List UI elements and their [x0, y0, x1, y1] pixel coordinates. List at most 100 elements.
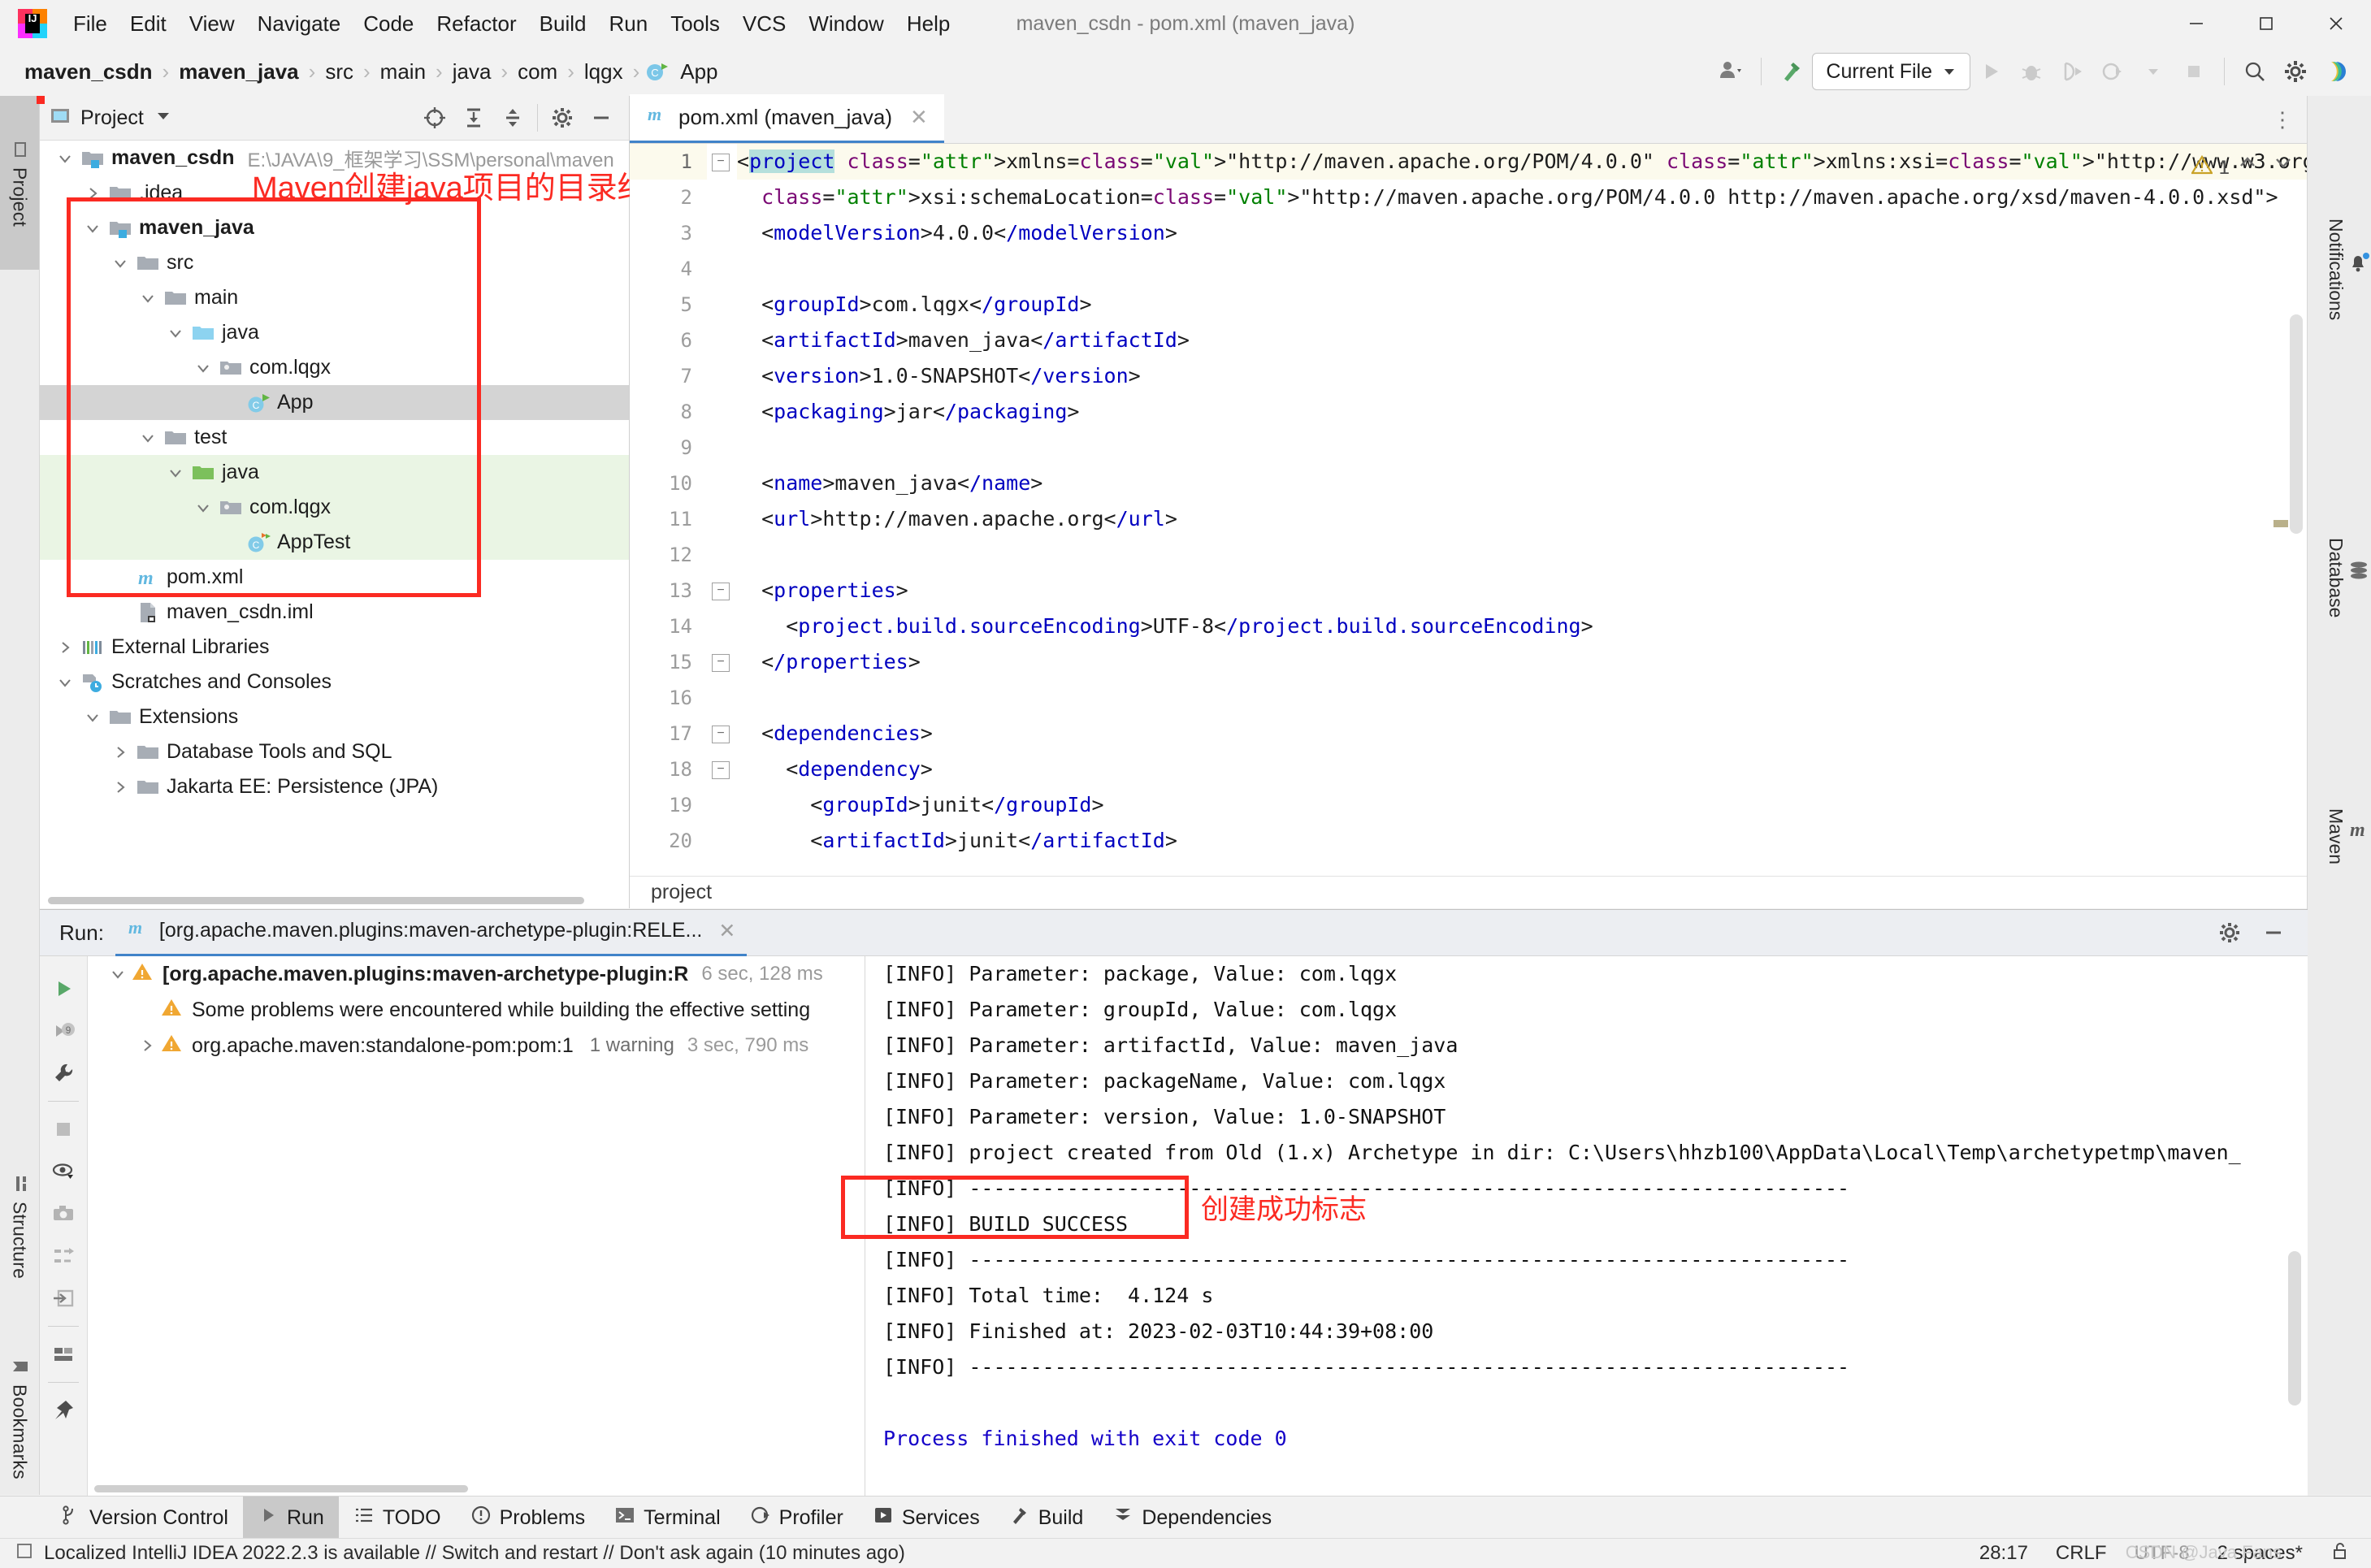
sidebar-item-notifications[interactable]: Notifications — [2308, 96, 2371, 432]
chevron-down-icon[interactable] — [2133, 52, 2174, 91]
menu-run[interactable]: Run — [597, 0, 659, 47]
menu-file[interactable]: File — [62, 0, 119, 47]
editor-warning-indicator[interactable]: 1 — [2190, 154, 2230, 181]
ide-assistant-icon[interactable] — [2316, 52, 2356, 91]
run-tree-node[interactable]: [org.apache.maven.plugins:maven-archetyp… — [88, 956, 865, 992]
unlocked-icon[interactable] — [2330, 1541, 2350, 1566]
tree-expand-arrow[interactable] — [162, 324, 189, 342]
tree-node-src[interactable]: src — [40, 245, 629, 280]
fold-toggle-icon[interactable]: − — [712, 761, 730, 779]
camera-export-icon[interactable] — [40, 1193, 87, 1235]
tree-expand-arrow[interactable] — [106, 254, 134, 272]
project-tree[interactable]: maven_csdn E:\JAVA\9_框架学习\SSM\personal\ma… — [40, 141, 629, 890]
sidebar-item-maven[interactable]: m Maven — [2308, 712, 2371, 951]
close-button[interactable] — [2301, 0, 2371, 47]
tree-node-jakarta-ee-persistence-jpa-[interactable]: Jakarta EE: Persistence (JPA) — [40, 769, 629, 804]
tree-expand-arrow[interactable] — [134, 289, 162, 307]
tree-expand-arrow[interactable] — [79, 708, 106, 726]
bottom-item-run[interactable]: Run — [242, 1497, 339, 1539]
sidebar-item-project[interactable]: Project — [0, 96, 39, 270]
caret-position[interactable]: 28:17 — [1979, 1542, 2028, 1565]
menu-edit[interactable]: Edit — [119, 0, 178, 47]
tree-node-maven-csdn[interactable]: maven_csdn E:\JAVA\9_框架学习\SSM\personal\ma… — [40, 141, 629, 175]
eye-filter-icon[interactable] — [40, 1150, 87, 1193]
code-content[interactable]: <project class="attr">xmlns=class="val">… — [737, 144, 2308, 876]
menu-help[interactable]: Help — [895, 0, 961, 47]
breadcrumb-item-5[interactable]: com — [513, 56, 562, 88]
run-configuration-selector[interactable]: Current File — [1812, 53, 1970, 90]
tree-expand-arrow[interactable] — [134, 429, 162, 447]
settings-gear-icon[interactable] — [543, 100, 582, 136]
bottom-item-todo[interactable]: TODO — [339, 1497, 456, 1539]
expand-collapse-icon[interactable] — [40, 1235, 87, 1277]
close-icon[interactable]: ✕ — [910, 105, 928, 130]
breadcrumb-item-6[interactable]: lqgx — [579, 56, 628, 88]
build-hammer-icon[interactable] — [1771, 52, 1812, 91]
line-separator[interactable]: CRLF — [2056, 1542, 2107, 1565]
fold-toggle-icon[interactable]: − — [712, 154, 730, 171]
run-tree-node[interactable]: org.apache.maven:standalone-pom:pom:1 1 w… — [88, 1028, 865, 1063]
tree-node-external-libraries[interactable]: External Libraries — [40, 630, 629, 665]
run-tree-pane[interactable]: [org.apache.maven.plugins:maven-archetyp… — [88, 956, 865, 1496]
breadcrumb-item-0[interactable]: maven_csdn — [20, 56, 158, 88]
profile-icon[interactable] — [2092, 52, 2133, 91]
select-opened-file-icon[interactable] — [415, 100, 454, 136]
run-console-output[interactable]: [INFO] Parameter: package, Value: com.lq… — [865, 956, 2308, 1496]
settings-gear-icon[interactable] — [2210, 915, 2249, 951]
tree-node-java[interactable]: java — [40, 315, 629, 350]
menu-build[interactable]: Build — [528, 0, 598, 47]
bottom-item-terminal[interactable]: Terminal — [600, 1497, 735, 1539]
rerun-icon[interactable] — [40, 968, 87, 1010]
run-session-tab[interactable]: m [org.apache.maven.plugins:maven-archet… — [115, 908, 748, 958]
expand-all-icon[interactable] — [454, 100, 493, 136]
code-folding-gutter[interactable]: − − − − − — [707, 144, 733, 876]
debug-icon[interactable] — [2011, 52, 2052, 91]
tree-node-apptest[interactable]: C AppTest — [40, 525, 629, 560]
menu-navigate[interactable]: Navigate — [246, 0, 353, 47]
tree-node-maven-java[interactable]: maven_java — [40, 210, 629, 245]
console-vertical-scrollbar[interactable] — [2288, 1251, 2301, 1406]
menu-refactor[interactable]: Refactor — [425, 0, 527, 47]
stop-icon[interactable] — [2174, 52, 2214, 91]
run-tree-node[interactable]: Some problems were encountered while bui… — [88, 992, 865, 1028]
menu-view[interactable]: View — [178, 0, 246, 47]
tree-expand-arrow[interactable] — [106, 778, 134, 796]
editor-tab-options-icon[interactable]: ⋮ — [2272, 107, 2295, 132]
user-avatar-icon[interactable] — [1710, 52, 1751, 91]
tree-expand-arrow[interactable] — [51, 149, 79, 167]
rerun-failed-tests-icon[interactable]: 9 — [40, 1010, 87, 1052]
settings-gear-icon[interactable] — [2275, 52, 2316, 91]
bottom-item-problems[interactable]: Problems — [456, 1497, 600, 1539]
tree-expand-arrow[interactable] — [106, 743, 134, 761]
chevron-down-icon[interactable] — [2272, 151, 2295, 180]
sidebar-item-bookmarks[interactable]: Bookmarks — [0, 1315, 39, 1521]
tree-node-com-lqgx[interactable]: com.lqgx — [40, 350, 629, 385]
menu-tools[interactable]: Tools — [659, 0, 731, 47]
bottom-item-version-control[interactable]: Version Control — [46, 1497, 243, 1539]
tree-node-pom-xml[interactable]: m pom.xml — [40, 560, 629, 595]
tree-node-com-lqgx[interactable]: com.lqgx — [40, 490, 629, 525]
minimize-button[interactable] — [2161, 0, 2231, 47]
editor-tab-pom-xml[interactable]: m pom.xml (maven_java) ✕ — [630, 94, 944, 143]
run-with-coverage-icon[interactable] — [2052, 52, 2092, 91]
status-message-area[interactable]: Localized IntelliJ IDEA 2022.2.3 is avai… — [15, 1541, 905, 1566]
breadcrumb-item-2[interactable]: src — [320, 56, 358, 88]
tree-expand-arrow[interactable] — [79, 184, 106, 202]
tree-node-main[interactable]: main — [40, 280, 629, 315]
hide-icon[interactable] — [2254, 915, 2293, 951]
bottom-item-profiler[interactable]: Profiler — [735, 1497, 858, 1539]
tree-node-database-tools-and-sql[interactable]: Database Tools and SQL — [40, 734, 629, 769]
pin-tab-icon[interactable] — [40, 1389, 87, 1432]
tree-node-app[interactable]: C App — [40, 385, 629, 420]
tree-node-test[interactable]: test — [40, 420, 629, 455]
breadcrumb-item-4[interactable]: java — [448, 56, 496, 88]
editor-breadcrumb-label[interactable]: project — [651, 881, 712, 904]
chevron-up-icon[interactable] — [2236, 151, 2259, 180]
tree-expand-arrow[interactable] — [162, 464, 189, 482]
layout-icon[interactable] — [40, 1333, 87, 1375]
tree-expand-arrow[interactable] — [189, 499, 217, 517]
maximize-button[interactable] — [2231, 0, 2301, 47]
menu-window[interactable]: Window — [797, 0, 895, 47]
run-icon[interactable] — [1970, 52, 2011, 91]
bottom-item-build[interactable]: Build — [995, 1497, 1099, 1539]
